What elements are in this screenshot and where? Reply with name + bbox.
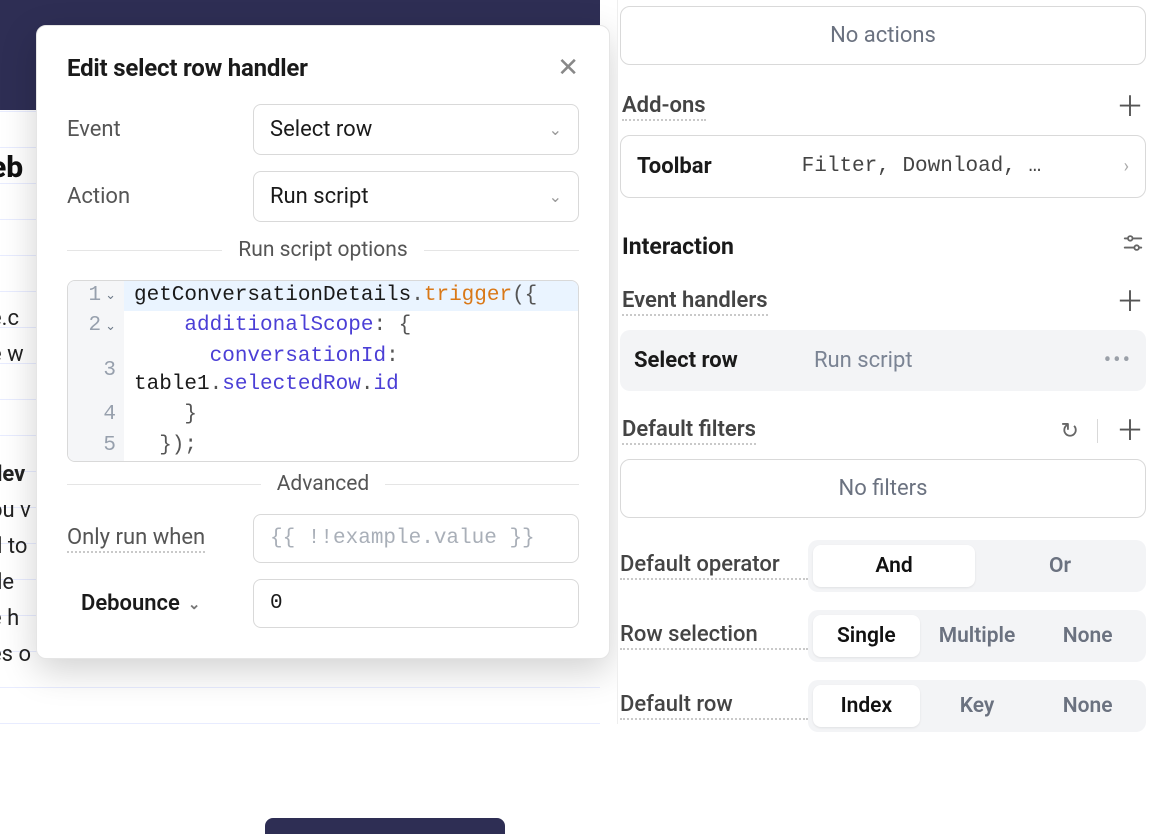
sliders-icon[interactable] <box>1122 232 1144 260</box>
action-select-value: Run script <box>270 184 369 209</box>
reset-icon[interactable]: ↻ <box>1061 419 1079 444</box>
toolbar-addon-item[interactable]: Toolbar Filter, Download, … › <box>620 135 1146 198</box>
default-operator-segmented: And Or <box>808 540 1146 592</box>
event-select[interactable]: Select row ⌄ <box>253 104 579 155</box>
edit-handler-modal: Edit select row handler ✕ Event Select r… <box>36 25 610 659</box>
default-row-label: Default row <box>620 692 808 720</box>
addons-heading: Add-ons <box>622 93 706 121</box>
bg-text: de <box>0 570 14 595</box>
operator-and-button[interactable]: And <box>813 545 975 587</box>
bg-text: es o <box>0 642 31 667</box>
chevron-down-icon: ⌄ <box>188 595 201 613</box>
action-label: Action <box>67 184 253 209</box>
row-selection-single-button[interactable]: Single <box>813 615 920 657</box>
event-label: Event <box>67 117 253 142</box>
bg-button <box>265 818 505 834</box>
fold-icon[interactable]: ⌄ <box>105 318 116 336</box>
chevron-down-icon: ⌄ <box>549 187 562 206</box>
bg-text: ou v <box>0 498 31 523</box>
more-icon[interactable]: ••• <box>1104 348 1132 373</box>
add-addon-button[interactable]: ＋ <box>1116 93 1144 121</box>
event-handlers-heading: Event handlers <box>622 288 768 316</box>
chevron-right-icon: › <box>1124 156 1129 177</box>
toolbar-addon-value: Filter, Download, … <box>712 155 1124 178</box>
add-handler-button[interactable]: ＋ <box>1116 288 1144 316</box>
row-selection-label: Row selection <box>620 622 808 650</box>
debounce-label: Debounce <box>81 591 180 616</box>
inspector-panel: No actions Add-ons ＋ Toolbar Filter, Dow… <box>617 0 1162 724</box>
add-filter-button[interactable]: ＋ <box>1116 417 1144 445</box>
row-selection-none-button[interactable]: None <box>1034 615 1141 657</box>
bg-text: e w <box>0 342 24 367</box>
handler-item-select-row[interactable]: Select row Run script ••• <box>620 330 1146 391</box>
row-selection-segmented: Single Multiple None <box>808 610 1146 662</box>
default-row-none-button[interactable]: None <box>1034 685 1141 727</box>
default-row-key-button[interactable]: Key <box>924 685 1031 727</box>
script-options-label: Run script options <box>238 238 407 262</box>
default-filters-heading: Default filters <box>622 417 756 445</box>
bg-text: eb <box>0 150 23 185</box>
default-operator-label: Default operator <box>620 552 808 580</box>
interaction-heading: Interaction <box>622 233 734 260</box>
fold-icon[interactable]: ⌄ <box>105 287 116 305</box>
default-row-index-button[interactable]: Index <box>813 685 920 727</box>
row-selection-multiple-button[interactable]: Multiple <box>924 615 1031 657</box>
debounce-input[interactable]: 0 <box>253 579 579 628</box>
bg-text: e h <box>0 606 19 631</box>
default-row-segmented: Index Key None <box>808 680 1146 732</box>
no-filters-placeholder: No filters <box>620 459 1146 518</box>
no-actions-placeholder: No actions <box>620 6 1146 65</box>
toolbar-addon-label: Toolbar <box>637 154 712 179</box>
only-run-when-label: Only run when <box>67 525 205 553</box>
debounce-select[interactable]: Debounce ⌄ <box>67 591 253 616</box>
event-select-value: Select row <box>270 117 372 142</box>
bg-text: d to <box>0 534 27 559</box>
script-editor[interactable]: 1⌄ getConversationDetails.trigger({ 2⌄ a… <box>67 280 579 462</box>
bg-text: e.c <box>0 306 19 331</box>
close-icon[interactable]: ✕ <box>557 55 579 81</box>
handler-action: Run script <box>814 348 1104 373</box>
operator-or-button[interactable]: Or <box>979 545 1141 587</box>
bg-text: dev <box>0 462 25 487</box>
advanced-label: Advanced <box>277 472 370 496</box>
chevron-down-icon: ⌄ <box>549 120 562 139</box>
action-select[interactable]: Run script ⌄ <box>253 171 579 222</box>
modal-title: Edit select row handler <box>67 54 308 82</box>
handler-event: Select row <box>634 348 814 373</box>
only-run-when-input[interactable]: {{ !!example.value }} <box>253 514 579 563</box>
